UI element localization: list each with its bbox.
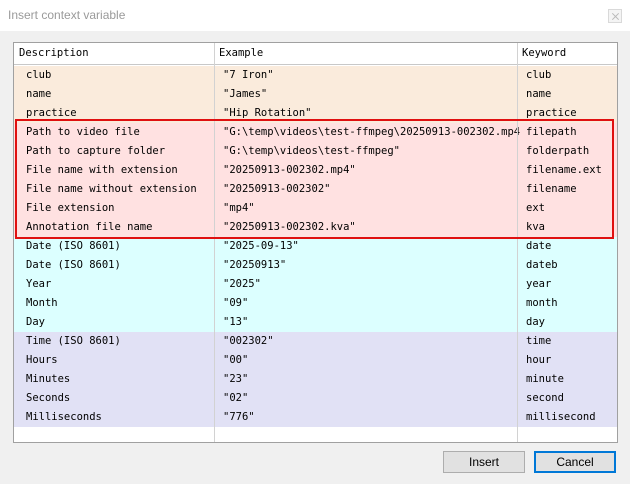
description-cell: Month [26,297,58,309]
table-row[interactable]: Seconds "02" second [14,389,617,408]
description-cell: Year [26,278,52,290]
keyword-cell: date [526,240,552,252]
insert-context-variable-dialog: Insert context variable Description Exam… [0,0,630,484]
table-row[interactable]: Date (ISO 8601) "2025-09-13" date [14,237,617,256]
keyword-cell: kva [526,221,545,233]
description-cell: Path to video file [26,126,140,138]
example-cell: "20250913" [223,259,287,271]
variables-table: Description Example Keyword club "7 Iron"… [13,42,618,443]
close-icon[interactable] [608,9,622,23]
keyword-cell: year [526,278,552,290]
keyword-cell: dateb [526,259,558,271]
keyword-cell: day [526,316,545,328]
example-cell: "00" [223,354,249,366]
table-row[interactable]: Day "13" day [14,313,617,332]
table-row[interactable]: Path to video file "G:\temp\videos\test-f… [14,123,617,142]
description-cell: File name without extension [26,183,197,195]
description-cell: club [26,69,52,81]
description-cell: Hours [26,354,58,366]
keyword-cell: filename.ext [526,164,602,176]
column-divider [517,43,518,442]
keyword-cell: filename [526,183,577,195]
description-cell: Path to capture folder [26,145,166,157]
table-row[interactable]: File name without extension "20250913-002… [14,180,617,199]
column-header-example[interactable]: Example [214,43,263,64]
keyword-cell: minute [526,373,564,385]
table-row[interactable]: Path to capture folder "G:\temp\videos\te… [14,142,617,161]
description-cell: Seconds [26,392,71,404]
description-cell: Date (ISO 8601) [26,240,121,252]
description-cell: File name with extension [26,164,178,176]
keyword-cell: ext [526,202,545,214]
example-cell: "23" [223,373,249,385]
example-cell: "20250913-002302.mp4" [223,164,356,176]
table-row[interactable]: Minutes "23" minute [14,370,617,389]
example-cell: "20250913-002302.kva" [223,221,356,233]
example-cell: "G:\temp\videos\test-ffmpeg\20250913-002… [223,126,521,138]
example-cell: "Hip Rotation" [223,107,312,119]
column-header-keyword[interactable]: Keyword [517,43,566,64]
table-row[interactable]: Hours "00" hour [14,351,617,370]
description-cell: Annotation file name [26,221,153,233]
title-bar: Insert context variable [0,0,630,31]
example-cell: "7 Iron" [223,69,274,81]
description-cell: Time (ISO 8601) [26,335,121,347]
table-row[interactable]: Date (ISO 8601) "20250913" dateb [14,256,617,275]
column-header-description[interactable]: Description [14,43,89,64]
example-cell: "mp4" [223,202,255,214]
column-divider [214,43,215,442]
example-cell: "2025-09-13" [223,240,299,252]
description-cell: name [26,88,52,100]
example-cell: "13" [223,316,249,328]
keyword-cell: club [526,69,552,81]
table-row[interactable]: File name with extension "20250913-002302… [14,161,617,180]
table-row[interactable]: practice "Hip Rotation" practice [14,104,617,123]
example-cell: "09" [223,297,249,309]
keyword-cell: filepath [526,126,577,138]
table-row[interactable]: name "James" name [14,85,617,104]
example-cell: "02" [223,392,249,404]
keyword-cell: name [526,88,552,100]
example-cell: "G:\temp\videos\test-ffmpeg" [223,145,401,157]
table-row[interactable]: Milliseconds "776" millisecond [14,408,617,427]
description-cell: Milliseconds [26,411,102,423]
table-row[interactable]: Annotation file name "20250913-002302.kva… [14,218,617,237]
table-row[interactable]: Month "09" month [14,294,617,313]
example-cell: "James" [223,88,268,100]
description-cell: Minutes [26,373,71,385]
keyword-cell: hour [526,354,552,366]
keyword-cell: time [526,335,552,347]
cancel-button[interactable]: Cancel [534,451,616,473]
table-row[interactable]: Year "2025" year [14,275,617,294]
keyword-cell: month [526,297,558,309]
example-cell: "002302" [223,335,274,347]
example-cell: "2025" [223,278,261,290]
keyword-cell: folderpath [526,145,590,157]
table-header: Description Example Keyword [14,43,617,65]
keyword-cell: millisecond [526,411,596,423]
example-cell: "776" [223,411,255,423]
description-cell: File extension [26,202,115,214]
table-row[interactable]: File extension "mp4" ext [14,199,617,218]
description-cell: Day [26,316,45,328]
window-title: Insert context variable [8,8,126,22]
table-body: club "7 Iron" club name "James" name practice "… [14,66,617,427]
insert-button[interactable]: Insert [443,451,525,473]
description-cell: Date (ISO 8601) [26,259,121,271]
description-cell: practice [26,107,77,119]
keyword-cell: second [526,392,564,404]
example-cell: "20250913-002302" [223,183,331,195]
table-row[interactable]: club "7 Iron" club [14,66,617,85]
keyword-cell: practice [526,107,577,119]
table-row[interactable]: Time (ISO 8601) "002302" time [14,332,617,351]
